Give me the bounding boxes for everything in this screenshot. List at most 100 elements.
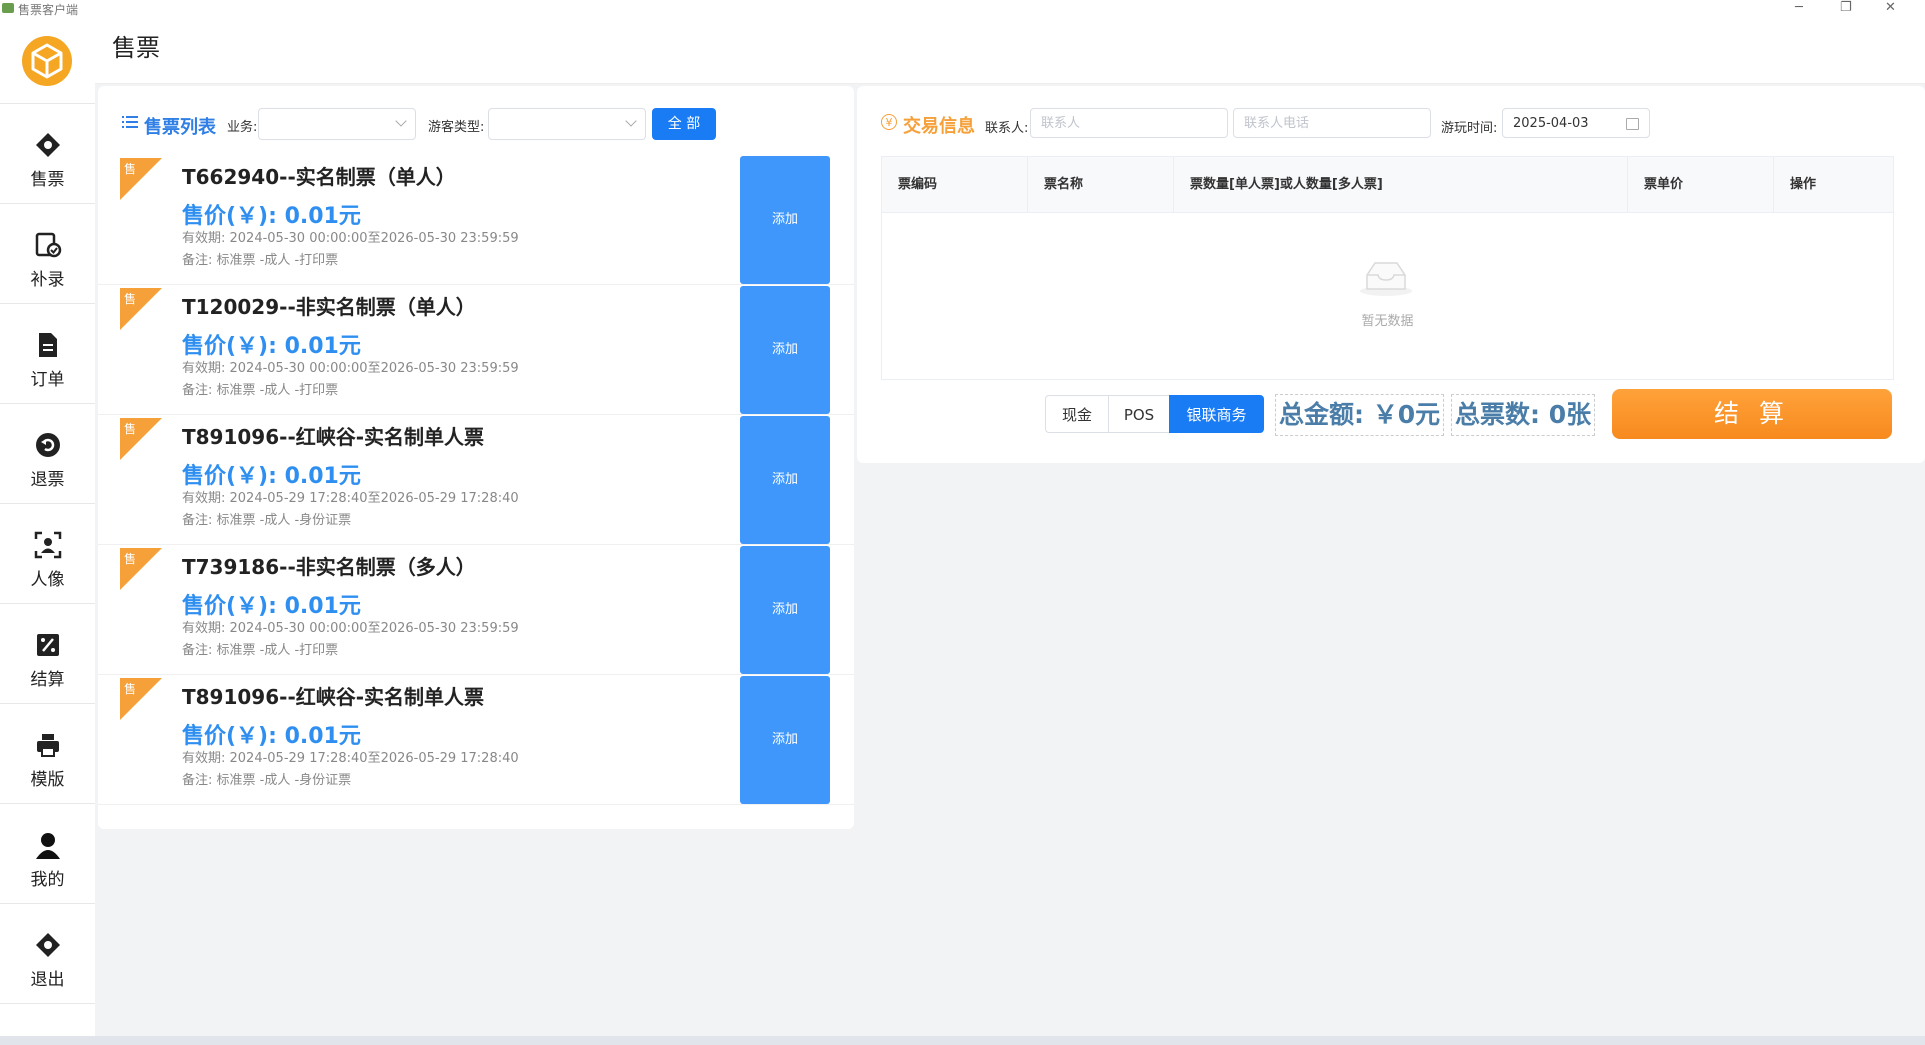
visitor-type-filter-label: 游客类型: [428, 120, 485, 135]
sale-tag-label: 售 [124, 552, 137, 566]
contact-phone-input[interactable]: 联系人电话 [1233, 108, 1431, 138]
add-ticket-button[interactable]: 添加 [740, 676, 830, 804]
add-ticket-button[interactable]: 添加 [740, 286, 830, 414]
selected-tickets-table: 票编码 票名称 票数量[单人票]或人数量[多人票] 票单价 操作 暂无数据 [881, 156, 1894, 380]
all-filter-button[interactable]: 全 部 [652, 108, 716, 140]
empty-inbox-icon [1360, 262, 1412, 296]
app-icon [2, 3, 14, 13]
ticket-validity: 有效期: 2024-05-30 00:00:00至2026-05-30 23:5… [182, 361, 519, 376]
list-icon [122, 116, 138, 128]
sidebar-item-supplement[interactable]: 补录 [0, 203, 95, 304]
ticket-validity: 有效期: 2024-05-30 00:00:00至2026-05-30 23:5… [182, 621, 519, 636]
page-title: 售票 [112, 34, 160, 62]
percent-icon [37, 634, 59, 656]
sidebar-item-orders[interactable]: 订单 [0, 303, 95, 404]
ticket-validity: 有效期: 2024-05-29 17:28:40至2026-05-29 17:2… [182, 751, 519, 766]
total-amount: 总金额: ￥0元 [1275, 394, 1445, 436]
window-titlebar: 售票客户端 ─ ❐ ✕ [0, 0, 1925, 18]
ticket-validity: 有效期: 2024-05-29 17:28:40至2026-05-29 17:2… [182, 491, 519, 506]
sidebar-item-label: 订单 [30, 370, 65, 390]
logo-area [0, 18, 95, 104]
ticket-name: T662940--实名制票（单人） [182, 165, 456, 189]
column-header: 票单价 [1628, 157, 1774, 212]
sidebar-item-portrait[interactable]: 人像 [0, 503, 95, 604]
column-header: 票数量[单人票]或人数量[多人票] [1174, 157, 1628, 212]
ticket-icon [36, 133, 60, 157]
user-icon [36, 833, 60, 859]
visit-date-picker[interactable]: 2025-04-03 [1502, 108, 1650, 138]
add-ticket-button[interactable]: 添加 [740, 156, 830, 284]
document-icon [39, 333, 57, 357]
trade-info-panel: ¥ 交易信息 联系人: 联系人 联系人电话 游玩时间: 2025-04-03 票… [857, 86, 1925, 463]
trade-info-title: 交易信息 [903, 116, 975, 137]
sidebar-item-sell[interactable]: 售票 [0, 103, 95, 204]
window-title: 售票客户端 [18, 3, 79, 17]
ticket-note: 备注: 标准票 -成人 -打印票 [182, 253, 339, 268]
column-header: 操作 [1790, 177, 1817, 192]
column-header: 票名称 [1028, 157, 1174, 212]
contact-label: 联系人: [985, 121, 1029, 136]
sale-tag-label: 售 [124, 422, 137, 436]
ticket-name: T891096--红峡谷-实名制单人票 [182, 425, 485, 449]
ticket-price: 售价(￥): 0.01元 [182, 724, 361, 749]
ticket-price: 售价(￥): 0.01元 [182, 594, 361, 619]
payment-unionpay-button[interactable]: 银联商务 [1169, 395, 1264, 433]
sidebar-item-settlement[interactable]: 结算 [0, 603, 95, 704]
empty-state-text: 暂无数据 [1361, 314, 1414, 329]
sidebar-item-template[interactable]: 模版 [0, 703, 95, 804]
sidebar-item-label: 补录 [30, 270, 65, 290]
total-tickets: 总票数: 0张 [1451, 394, 1596, 436]
close-icon[interactable]: ✕ [1885, 0, 1896, 15]
sale-tag-label: 售 [124, 682, 137, 696]
ticket-price: 售价(￥): 0.01元 [182, 334, 361, 359]
sidebar-item-refund[interactable]: 退票 [0, 403, 95, 504]
ticket-name: T120029--非实名制票（单人） [182, 295, 476, 319]
sale-tag-label: 售 [124, 162, 137, 176]
column-header: 票编码 [882, 157, 1028, 212]
ticket-item: 售 T662940--实名制票（单人） 售价(￥): 0.01元 有效期: 20… [98, 156, 854, 285]
sidebar-item-label: 模版 [30, 770, 65, 790]
yen-icon: ¥ [881, 114, 897, 130]
sidebar-item-label: 退票 [30, 470, 65, 490]
business-select[interactable] [258, 108, 416, 140]
ticket-note: 备注: 标准票 -成人 -身份证票 [182, 773, 352, 788]
restore-icon[interactable]: ❐ [1840, 0, 1852, 15]
ticket-item: 售 T739186--非实名制票（多人） 售价(￥): 0.01元 有效期: 2… [98, 546, 854, 675]
payment-pos-button[interactable]: POS [1108, 395, 1170, 433]
refund-icon [36, 433, 60, 457]
ticket-name: T739186--非实名制票（多人） [182, 555, 476, 579]
exit-icon [36, 933, 60, 957]
page-header: 售票 [95, 18, 1925, 84]
payment-cash-button[interactable]: 现金 [1045, 395, 1109, 433]
settle-button[interactable]: 结 算 [1612, 389, 1892, 439]
ticket-list-title: 售票列表 [144, 117, 216, 138]
ticket-note: 备注: 标准票 -成人 -打印票 [182, 643, 339, 658]
sidebar-item-label: 退出 [30, 970, 65, 990]
add-ticket-button[interactable]: 添加 [740, 416, 830, 544]
sidebar: 售票 补录 订单 退票 人像 结算 模版 我的 退出 [0, 18, 95, 1045]
sidebar-item-label: 售票 [30, 170, 65, 190]
cube-logo-icon [22, 36, 72, 86]
chevron-down-icon [625, 115, 637, 127]
ticket-price: 售价(￥): 0.01元 [182, 464, 361, 489]
business-filter-label: 业务: [227, 120, 258, 135]
portrait-icon [34, 531, 62, 559]
printer-icon [37, 734, 59, 757]
sidebar-item-mine[interactable]: 我的 [0, 803, 95, 904]
ticket-list-panel: 售票列表 业务: 游客类型: 全 部 售 T662940--实名制票（单人） 售… [98, 86, 854, 829]
visit-date-value: 2025-04-03 [1513, 116, 1589, 131]
minimize-icon[interactable]: ─ [1795, 0, 1803, 15]
add-ticket-button[interactable]: 添加 [740, 546, 830, 674]
sidebar-item-label: 人像 [30, 570, 65, 590]
ticket-item: 售 T120029--非实名制票（单人） 售价(￥): 0.01元 有效期: 2… [98, 286, 854, 415]
ticket-price: 售价(￥): 0.01元 [182, 204, 361, 229]
sidebar-item-exit[interactable]: 退出 [0, 903, 95, 1004]
ticket-item: 售 T891096--红峡谷-实名制单人票 售价(￥): 0.01元 有效期: … [98, 676, 854, 805]
sale-tag-label: 售 [124, 292, 137, 306]
visit-date-label: 游玩时间: [1441, 121, 1498, 136]
sidebar-item-label: 结算 [30, 670, 65, 690]
contact-input[interactable]: 联系人 [1030, 108, 1228, 138]
visitor-type-select[interactable] [488, 108, 646, 140]
sidebar-item-label: 我的 [30, 870, 65, 890]
chevron-down-icon [395, 115, 407, 127]
